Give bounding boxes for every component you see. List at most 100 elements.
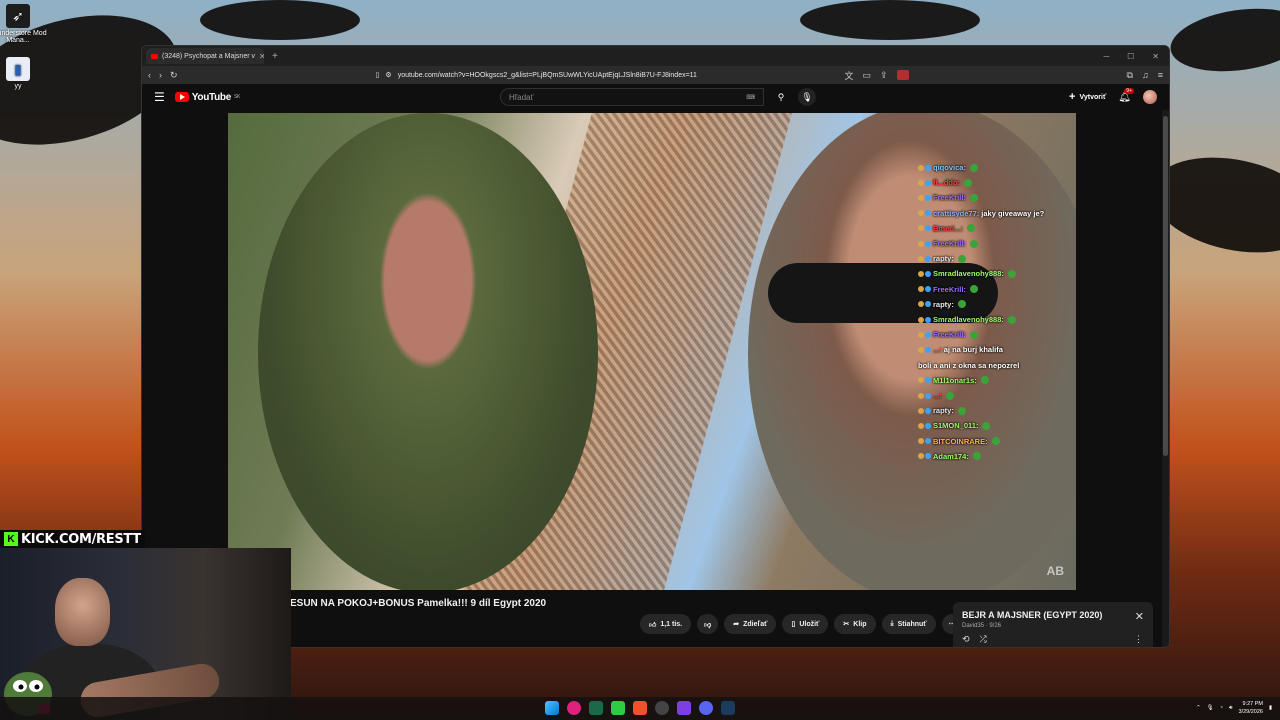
back-icon[interactable]: ‹: [148, 70, 151, 80]
create-button[interactable]: + Vytvoriť: [1069, 91, 1106, 103]
chat-badges-icon: [918, 195, 931, 201]
dislike-button[interactable]: 👎︎: [697, 614, 719, 634]
share-page-icon[interactable]: ⇪: [880, 70, 888, 81]
clip-label: Klip: [853, 620, 867, 628]
plus-icon: +: [1069, 91, 1076, 103]
desktop-icon-thunderstore[interactable]: ➶ Thunderstore Mod Mana...: [0, 4, 48, 44]
wifi-icon[interactable]: ◔: [1220, 705, 1223, 711]
bookmark-icon[interactable]: ▯: [376, 71, 380, 79]
twitch-icon[interactable]: [677, 701, 691, 715]
search-input[interactable]: Hľadať ⌨: [500, 88, 765, 106]
chat-username[interactable]: FreeKrill:: [933, 236, 966, 251]
brave-browser-icon[interactable]: [633, 701, 647, 715]
chat-username[interactable]: FreeKrill:: [933, 190, 966, 205]
terminal-icon[interactable]: [589, 701, 603, 715]
clock-date: 3/29/2026: [1238, 709, 1263, 715]
translate-icon[interactable]: 文: [844, 69, 853, 82]
notifications-button[interactable]: 🔔︎ 9+: [1118, 87, 1134, 103]
loop-icon[interactable]: ⟲: [962, 634, 970, 645]
close-window-icon[interactable]: ✕: [1152, 52, 1159, 61]
extension-icon[interactable]: [896, 70, 909, 80]
chat-username[interactable]: Smradlavenohy888:: [933, 266, 1004, 281]
green-app-icon[interactable]: [611, 701, 625, 715]
chat-username[interactable]: qiqovica:: [933, 160, 966, 175]
menu-icon[interactable]: ≡: [1158, 70, 1163, 80]
chat-text: aj na burj khalifa: [943, 345, 1003, 355]
youtube-logo[interactable]: YouTube SK: [174, 92, 240, 103]
discord-icon[interactable]: [699, 701, 713, 715]
chat-badges-icon: [918, 438, 931, 445]
emote-icon: [969, 163, 978, 172]
chat-username[interactable]: rapty:: [933, 251, 954, 266]
video-title: ESUN NA POKOJ+BONUS Pamelka!!! 9 díl Egy…: [290, 598, 547, 609]
maximize-icon[interactable]: ☐: [1127, 52, 1134, 61]
search-placeholder: Hľadať: [509, 92, 534, 102]
chat-badges-icon: [918, 377, 931, 384]
save-button[interactable]: ▯ Uložiť: [782, 614, 829, 634]
chat-username[interactable]: M1l1onar1s:: [933, 373, 977, 388]
chat-username[interactable]: crattisyde77:: [933, 206, 979, 221]
chat-username[interactable]: Adam174:: [933, 449, 969, 464]
extensions-icon[interactable]: ⧉: [1127, 70, 1133, 81]
chat-username[interactable]: ...:: [933, 342, 942, 357]
chat-username[interactable]: BITCOINRARE:: [933, 434, 988, 449]
chat-username[interactable]: FreeKrill:: [933, 327, 966, 342]
download-button[interactable]: ⤓ Stiahnuť: [881, 614, 936, 634]
search-icon[interactable]: ⚲: [772, 88, 790, 106]
chat-username[interactable]: S1MON_011:: [933, 418, 978, 433]
media-icon[interactable]: ♫: [1142, 70, 1149, 80]
clock[interactable]: 9:27 PM 3/29/2026: [1239, 700, 1263, 716]
volume-icon[interactable]: 🔊︎: [1229, 705, 1232, 712]
microphone-icon[interactable]: 🎙︎: [798, 88, 817, 106]
reload-icon[interactable]: ↻: [170, 70, 178, 81]
badge-icon: [918, 210, 924, 217]
chevron-up-icon[interactable]: ⌃: [1196, 705, 1201, 711]
chat-message: Bmeri...:: [918, 221, 1108, 236]
chat-username[interactable]: Bmeri...:: [933, 221, 963, 236]
chat-username[interactable]: fi...ddo:: [933, 175, 960, 190]
chat-username[interactable]: ...:: [933, 388, 942, 403]
kick-logo-icon: K: [4, 532, 18, 546]
badge-icon: [925, 392, 931, 399]
chat-username[interactable]: rapty:: [933, 297, 954, 312]
chat-message: rapty:: [918, 297, 1108, 312]
playlist-more-icon[interactable]: ⋮: [1134, 634, 1143, 645]
minimize-icon[interactable]: ─: [1103, 52, 1109, 61]
shuffle-icon[interactable]: ⤮: [980, 634, 987, 645]
badge-icon: [918, 377, 924, 384]
avatar[interactable]: [1143, 90, 1157, 104]
desktop-icon-yy[interactable]: ▮ yy: [0, 57, 48, 90]
clip-button[interactable]: ✂ Klip: [834, 614, 876, 634]
page-scrollbar[interactable]: [1162, 110, 1169, 647]
video-watermark: AB: [1046, 564, 1064, 578]
chat-username[interactable]: FreeKrill:: [933, 282, 966, 297]
forward-icon[interactable]: ›: [159, 70, 162, 80]
chat-username[interactable]: rapty:: [933, 403, 954, 418]
windows-start-icon[interactable]: [545, 701, 559, 715]
chat-message: rapty:: [918, 251, 1108, 266]
chat-text: boli a ani z okna sa nepozrel: [918, 360, 1020, 370]
new-tab-icon[interactable]: +: [272, 51, 278, 62]
badge-icon: [918, 240, 924, 247]
github-icon[interactable]: [655, 701, 669, 715]
close-tab-icon[interactable]: ✕: [259, 52, 264, 61]
cast-icon[interactable]: ▭: [862, 70, 871, 81]
steam-icon[interactable]: [721, 701, 735, 715]
badge-icon: [925, 286, 931, 293]
notification-center-icon[interactable]: ▮: [1269, 705, 1272, 711]
close-playlist-icon[interactable]: ✕: [1135, 610, 1144, 623]
chat-username[interactable]: Smradlavenohy888:: [933, 312, 1004, 327]
app-icon[interactable]: [567, 701, 581, 715]
site-info-icon[interactable]: ⚙: [385, 71, 391, 79]
browser-tab[interactable]: (3248) Psychopat a Majsner v ✕: [146, 48, 264, 64]
mic-tray-icon[interactable]: 🎙︎: [1207, 705, 1214, 711]
share-icon: ➦: [733, 621, 740, 628]
share-button[interactable]: ➦ Zdieľať: [724, 614, 777, 634]
keyboard-icon[interactable]: ⌨: [746, 94, 755, 101]
chat-badges-icon: [918, 301, 931, 308]
address-bar[interactable]: ▯ ⚙ youtube.com/watch?v=HOOkgscs2_g&list…: [186, 68, 837, 82]
like-button[interactable]: 👍︎ 1,1 tis.: [640, 614, 692, 634]
share-label: Zdieľať: [743, 620, 768, 628]
playlist-panel[interactable]: BEJR A MAJSNER (EGYPT 2020) David35 · 9/…: [953, 602, 1153, 647]
hamburger-menu-icon[interactable]: ☰: [154, 90, 165, 104]
